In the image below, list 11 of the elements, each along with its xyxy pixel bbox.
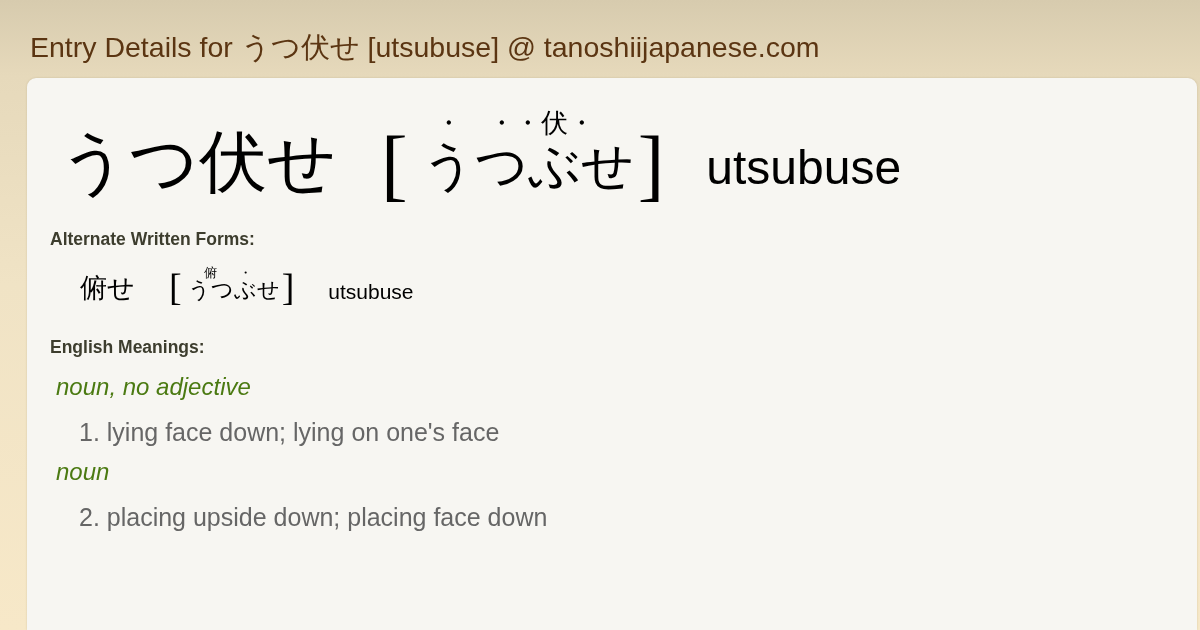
meaning-text: 2. placing upside down; placing face down bbox=[78, 503, 549, 531]
section-label: English Meanings: bbox=[50, 336, 206, 358]
alternate-form: 俯せ bbox=[80, 275, 135, 302]
section-label: Alternate Written Forms: bbox=[50, 228, 256, 250]
romaji: utsubuse bbox=[706, 144, 902, 192]
headword: うつ伏せ bbox=[59, 128, 337, 196]
part-of-speech: noun bbox=[56, 458, 111, 486]
page-title: Entry Details for うつ伏せ [utsubuse] @ tanoshiijapanese.com bbox=[30, 30, 821, 64]
part-of-speech: noun, no adjective bbox=[56, 373, 252, 401]
romaji: utsubuse bbox=[328, 281, 414, 302]
meaning-text: 1. lying face down; lying on one's face bbox=[78, 418, 501, 446]
